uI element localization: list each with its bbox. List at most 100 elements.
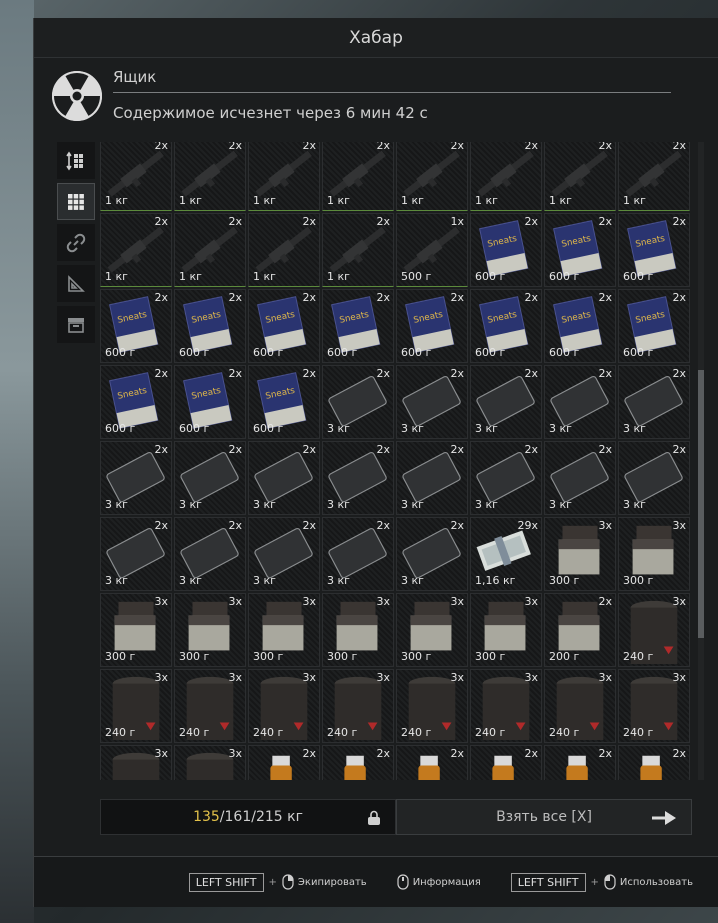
inventory-slot[interactable]: Sneats 2x 600 г: [470, 213, 542, 287]
inventory-slot[interactable]: 2x 3 кг: [322, 517, 394, 591]
inventory-slot[interactable]: 2x 1 кг: [618, 142, 690, 211]
item-weight: 300 г: [401, 650, 432, 663]
inventory-slot[interactable]: 2x 200 г: [544, 593, 616, 667]
inventory-slot[interactable]: 2x 1 кг: [248, 142, 320, 211]
item-weight: 300 г: [179, 650, 210, 663]
inventory-slot[interactable]: 2x 1 кг: [174, 142, 246, 211]
inventory-slot[interactable]: Sneats 2x 600 г: [100, 365, 172, 439]
inventory-slot[interactable]: 2x 3 кг: [248, 517, 320, 591]
inventory-slot[interactable]: 2x 3 кг: [100, 441, 172, 515]
item-weight: 1 кг: [253, 194, 276, 207]
inventory-slot[interactable]: 2x 3 кг: [544, 365, 616, 439]
inventory-slot[interactable]: 2x 3 кг: [470, 441, 542, 515]
inventory-slot[interactable]: 2x 3 кг: [544, 441, 616, 515]
inventory-slot[interactable]: 2x 3 кг: [618, 365, 690, 439]
inventory-slot[interactable]: 3x 300 г: [544, 517, 616, 591]
inventory-slot[interactable]: Sneats 2x 600 г: [544, 213, 616, 287]
inventory-slot[interactable]: 2x 1 кг: [322, 213, 394, 287]
inventory-slot[interactable]: 3x: [174, 745, 246, 780]
inventory-slot[interactable]: 3x 300 г: [100, 593, 172, 667]
inventory-slot[interactable]: 3x 300 г: [618, 517, 690, 591]
inventory-slot[interactable]: 3x 240 г: [396, 669, 468, 743]
inventory-slot[interactable]: 3x 300 г: [470, 593, 542, 667]
inventory-slot[interactable]: 2x: [248, 745, 320, 780]
inventory-slot[interactable]: 3x 240 г: [100, 669, 172, 743]
inventory-slot[interactable]: 3x 240 г: [618, 669, 690, 743]
inventory-slot[interactable]: 2x 1 кг: [470, 142, 542, 211]
item-weight: 300 г: [105, 650, 136, 663]
inventory-slot[interactable]: 3x 240 г: [618, 593, 690, 667]
inventory-slot[interactable]: 2x: [322, 745, 394, 780]
inventory-slot[interactable]: Sneats 2x 600 г: [174, 365, 246, 439]
archive-button[interactable]: [57, 306, 95, 343]
inventory-slot[interactable]: 2x 1 кг: [544, 142, 616, 211]
inventory-slot[interactable]: 2x 3 кг: [174, 441, 246, 515]
item-weight: 1 кг: [253, 270, 276, 283]
take-all-button[interactable]: Взять все [X]: [396, 799, 692, 835]
inventory-slot[interactable]: 3x 240 г: [470, 669, 542, 743]
inventory-slot[interactable]: 1x 500 г: [396, 213, 468, 287]
grid-view-button[interactable]: [57, 183, 95, 220]
inventory-slot[interactable]: Sneats 2x 600 г: [618, 213, 690, 287]
inventory-slot[interactable]: 2x: [470, 745, 542, 780]
inventory-scrollbar[interactable]: [698, 142, 704, 780]
inventory-slot[interactable]: Sneats 2x 600 г: [618, 289, 690, 363]
inventory-slot[interactable]: Sneats 2x 600 г: [322, 289, 394, 363]
scrollbar-thumb[interactable]: [698, 370, 704, 638]
inventory-slot[interactable]: 2x 1 кг: [174, 213, 246, 287]
inventory-slot[interactable]: 2x 1 кг: [100, 142, 172, 211]
inventory-slot[interactable]: Sneats 2x 600 г: [248, 289, 320, 363]
item-count: 2x: [450, 519, 464, 532]
inventory-slot[interactable]: 3x 240 г: [544, 669, 616, 743]
item-weight: 240 г: [623, 650, 654, 663]
inventory-slot[interactable]: Sneats 2x 600 г: [174, 289, 246, 363]
link-button[interactable]: [57, 224, 95, 261]
inventory-slot[interactable]: Sneats 2x 600 г: [470, 289, 542, 363]
inventory-slot[interactable]: 2x: [544, 745, 616, 780]
inventory-slot[interactable]: 2x: [396, 745, 468, 780]
inventory-slot[interactable]: 3x: [100, 745, 172, 780]
inventory-slot[interactable]: 2x 3 кг: [248, 441, 320, 515]
item-count: 3x: [672, 519, 686, 532]
inventory-slot[interactable]: 3x 300 г: [322, 593, 394, 667]
item-weight: 500 г: [401, 270, 432, 283]
inventory-slot[interactable]: 2x 1 кг: [396, 142, 468, 211]
container-name: Ящик: [113, 68, 671, 93]
inventory-slot[interactable]: 3x 300 г: [174, 593, 246, 667]
item-weight: 3 кг: [179, 574, 202, 587]
inventory-slot[interactable]: 3x 240 г: [322, 669, 394, 743]
inventory-slot[interactable]: 2x 3 кг: [396, 441, 468, 515]
inventory-slot[interactable]: 2x 3 кг: [396, 365, 468, 439]
inventory-slot[interactable]: 2x 1 кг: [248, 213, 320, 287]
item-count: 2x: [302, 215, 316, 228]
inventory-slot[interactable]: 2x 1 кг: [322, 142, 394, 211]
inventory-slot[interactable]: 2x 3 кг: [322, 365, 394, 439]
inventory-slot[interactable]: 2x 3 кг: [396, 517, 468, 591]
inventory-slot[interactable]: Sneats 2x 600 г: [544, 289, 616, 363]
inventory-slot[interactable]: 29x 1,16 кг: [470, 517, 542, 591]
inventory-slot[interactable]: 2x 3 кг: [322, 441, 394, 515]
inventory-slot[interactable]: 3x 240 г: [174, 669, 246, 743]
ruler-button[interactable]: [57, 265, 95, 302]
item-count: 2x: [672, 367, 686, 380]
inventory-slot[interactable]: 2x: [618, 745, 690, 780]
ruler-icon: [68, 274, 85, 292]
item-count: 2x: [450, 747, 464, 760]
inventory-slot[interactable]: 2x 3 кг: [618, 441, 690, 515]
inventory-slot[interactable]: 2x 3 кг: [470, 365, 542, 439]
mouse-right-icon: [282, 874, 294, 890]
item-weight: 600 г: [179, 422, 210, 435]
inventory-slot[interactable]: 2x 3 кг: [100, 517, 172, 591]
item-count: 2x: [154, 367, 168, 380]
inventory-slot[interactable]: 2x 3 кг: [174, 517, 246, 591]
inventory-slot[interactable]: 3x 300 г: [396, 593, 468, 667]
inventory-slot[interactable]: 2x 1 кг: [100, 213, 172, 287]
inventory-slot[interactable]: 3x 240 г: [248, 669, 320, 743]
inventory-grid-viewport[interactable]: 2x 1 кг 2x 1 кг 2x 1 кг 2x 1 кг 2x 1 кг 2x 1 кг 2x 1 …: [100, 142, 708, 780]
inventory-slot[interactable]: Sneats 2x 600 г: [248, 365, 320, 439]
inventory-slot[interactable]: 3x 300 г: [248, 593, 320, 667]
window-title: Хабар: [34, 18, 718, 58]
sort-button[interactable]: [57, 142, 95, 179]
inventory-slot[interactable]: Sneats 2x 600 г: [100, 289, 172, 363]
inventory-slot[interactable]: Sneats 2x 600 г: [396, 289, 468, 363]
